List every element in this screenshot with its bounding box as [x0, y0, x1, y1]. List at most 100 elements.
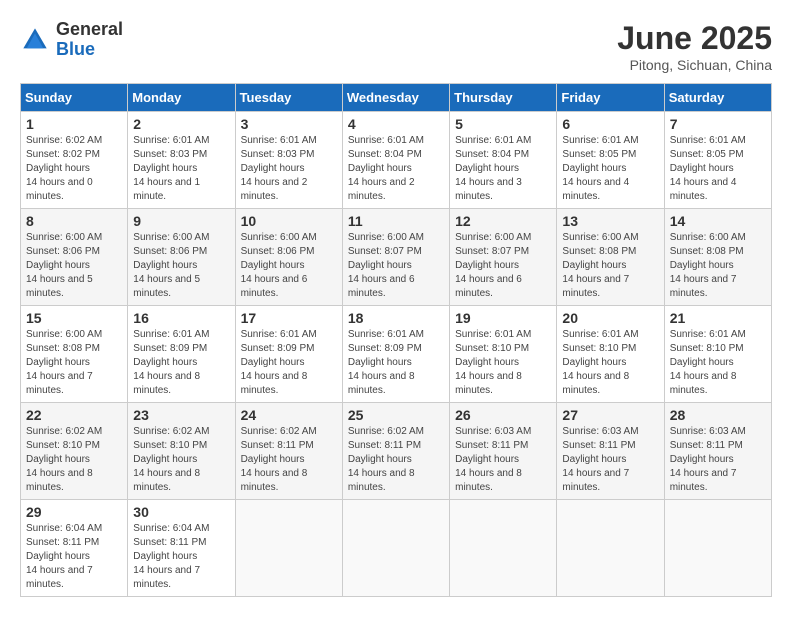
day-number: 11 — [348, 213, 444, 229]
day-number: 18 — [348, 310, 444, 326]
calendar-cell: 8 Sunrise: 6:00 AM Sunset: 8:06 PM Dayli… — [21, 209, 128, 306]
calendar-cell: 21 Sunrise: 6:01 AM Sunset: 8:10 PM Dayl… — [664, 306, 771, 403]
calendar-cell: 16 Sunrise: 6:01 AM Sunset: 8:09 PM Dayl… — [128, 306, 235, 403]
calendar-cell: 3 Sunrise: 6:01 AM Sunset: 8:03 PM Dayli… — [235, 112, 342, 209]
calendar-cell — [557, 500, 664, 597]
day-info: Sunrise: 6:03 AM Sunset: 8:11 PM Dayligh… — [562, 425, 658, 495]
day-number: 15 — [26, 310, 122, 326]
day-info: Sunrise: 6:03 AM Sunset: 8:11 PM Dayligh… — [455, 425, 551, 495]
calendar-week-row-5: 29 Sunrise: 6:04 AM Sunset: 8:11 PM Dayl… — [21, 500, 772, 597]
day-number: 21 — [670, 310, 766, 326]
day-number: 27 — [562, 407, 658, 423]
page-header: General Blue June 2025 Pitong, Sichuan, … — [20, 20, 772, 73]
calendar-week-row-2: 8 Sunrise: 6:00 AM Sunset: 8:06 PM Dayli… — [21, 209, 772, 306]
calendar-cell: 15 Sunrise: 6:00 AM Sunset: 8:08 PM Dayl… — [21, 306, 128, 403]
day-info: Sunrise: 6:01 AM Sunset: 8:09 PM Dayligh… — [348, 328, 444, 398]
day-number: 28 — [670, 407, 766, 423]
calendar-cell: 9 Sunrise: 6:00 AM Sunset: 8:06 PM Dayli… — [128, 209, 235, 306]
day-info: Sunrise: 6:01 AM Sunset: 8:10 PM Dayligh… — [562, 328, 658, 398]
column-header-sunday: Sunday — [21, 84, 128, 112]
day-info: Sunrise: 6:01 AM Sunset: 8:09 PM Dayligh… — [133, 328, 229, 398]
day-info: Sunrise: 6:01 AM Sunset: 8:04 PM Dayligh… — [348, 134, 444, 204]
calendar-week-row-4: 22 Sunrise: 6:02 AM Sunset: 8:10 PM Dayl… — [21, 403, 772, 500]
day-number: 12 — [455, 213, 551, 229]
day-number: 16 — [133, 310, 229, 326]
day-number: 29 — [26, 504, 122, 520]
calendar-cell: 24 Sunrise: 6:02 AM Sunset: 8:11 PM Dayl… — [235, 403, 342, 500]
calendar-table: SundayMondayTuesdayWednesdayThursdayFrid… — [20, 83, 772, 597]
calendar-cell: 12 Sunrise: 6:00 AM Sunset: 8:07 PM Dayl… — [450, 209, 557, 306]
calendar-cell — [450, 500, 557, 597]
calendar-cell: 30 Sunrise: 6:04 AM Sunset: 8:11 PM Dayl… — [128, 500, 235, 597]
calendar-cell: 2 Sunrise: 6:01 AM Sunset: 8:03 PM Dayli… — [128, 112, 235, 209]
day-info: Sunrise: 6:02 AM Sunset: 8:10 PM Dayligh… — [133, 425, 229, 495]
calendar-cell: 10 Sunrise: 6:00 AM Sunset: 8:06 PM Dayl… — [235, 209, 342, 306]
day-number: 14 — [670, 213, 766, 229]
calendar-week-row-3: 15 Sunrise: 6:00 AM Sunset: 8:08 PM Dayl… — [21, 306, 772, 403]
calendar-cell: 23 Sunrise: 6:02 AM Sunset: 8:10 PM Dayl… — [128, 403, 235, 500]
day-number: 30 — [133, 504, 229, 520]
calendar-cell — [664, 500, 771, 597]
day-number: 25 — [348, 407, 444, 423]
calendar-cell: 7 Sunrise: 6:01 AM Sunset: 8:05 PM Dayli… — [664, 112, 771, 209]
calendar-cell: 5 Sunrise: 6:01 AM Sunset: 8:04 PM Dayli… — [450, 112, 557, 209]
day-info: Sunrise: 6:01 AM Sunset: 8:05 PM Dayligh… — [562, 134, 658, 204]
column-header-friday: Friday — [557, 84, 664, 112]
day-info: Sunrise: 6:01 AM Sunset: 8:09 PM Dayligh… — [241, 328, 337, 398]
day-number: 7 — [670, 116, 766, 132]
day-info: Sunrise: 6:01 AM Sunset: 8:04 PM Dayligh… — [455, 134, 551, 204]
day-number: 2 — [133, 116, 229, 132]
calendar-cell: 14 Sunrise: 6:00 AM Sunset: 8:08 PM Dayl… — [664, 209, 771, 306]
day-number: 23 — [133, 407, 229, 423]
day-number: 26 — [455, 407, 551, 423]
calendar-cell — [342, 500, 449, 597]
calendar-cell — [235, 500, 342, 597]
day-number: 20 — [562, 310, 658, 326]
day-info: Sunrise: 6:02 AM Sunset: 8:10 PM Dayligh… — [26, 425, 122, 495]
logo-general: General — [56, 20, 123, 40]
day-number: 13 — [562, 213, 658, 229]
day-info: Sunrise: 6:04 AM Sunset: 8:11 PM Dayligh… — [133, 522, 229, 592]
calendar-cell: 13 Sunrise: 6:00 AM Sunset: 8:08 PM Dayl… — [557, 209, 664, 306]
day-info: Sunrise: 6:02 AM Sunset: 8:02 PM Dayligh… — [26, 134, 122, 204]
day-number: 24 — [241, 407, 337, 423]
day-number: 9 — [133, 213, 229, 229]
day-number: 8 — [26, 213, 122, 229]
day-info: Sunrise: 6:00 AM Sunset: 8:06 PM Dayligh… — [26, 231, 122, 301]
day-info: Sunrise: 6:01 AM Sunset: 8:10 PM Dayligh… — [455, 328, 551, 398]
column-header-saturday: Saturday — [664, 84, 771, 112]
calendar-cell: 27 Sunrise: 6:03 AM Sunset: 8:11 PM Dayl… — [557, 403, 664, 500]
day-info: Sunrise: 6:00 AM Sunset: 8:07 PM Dayligh… — [455, 231, 551, 301]
calendar-cell: 20 Sunrise: 6:01 AM Sunset: 8:10 PM Dayl… — [557, 306, 664, 403]
calendar-week-row-1: 1 Sunrise: 6:02 AM Sunset: 8:02 PM Dayli… — [21, 112, 772, 209]
day-number: 10 — [241, 213, 337, 229]
calendar-cell: 1 Sunrise: 6:02 AM Sunset: 8:02 PM Dayli… — [21, 112, 128, 209]
day-info: Sunrise: 6:00 AM Sunset: 8:08 PM Dayligh… — [670, 231, 766, 301]
title-area: June 2025 Pitong, Sichuan, China — [617, 20, 772, 73]
calendar-cell: 11 Sunrise: 6:00 AM Sunset: 8:07 PM Dayl… — [342, 209, 449, 306]
calendar-cell: 17 Sunrise: 6:01 AM Sunset: 8:09 PM Dayl… — [235, 306, 342, 403]
calendar-header-row: SundayMondayTuesdayWednesdayThursdayFrid… — [21, 84, 772, 112]
logo-blue: Blue — [56, 40, 123, 60]
day-info: Sunrise: 6:01 AM Sunset: 8:03 PM Dayligh… — [241, 134, 337, 204]
calendar-cell: 28 Sunrise: 6:03 AM Sunset: 8:11 PM Dayl… — [664, 403, 771, 500]
day-info: Sunrise: 6:02 AM Sunset: 8:11 PM Dayligh… — [348, 425, 444, 495]
day-number: 6 — [562, 116, 658, 132]
calendar-cell: 25 Sunrise: 6:02 AM Sunset: 8:11 PM Dayl… — [342, 403, 449, 500]
calendar-cell: 29 Sunrise: 6:04 AM Sunset: 8:11 PM Dayl… — [21, 500, 128, 597]
column-header-monday: Monday — [128, 84, 235, 112]
day-number: 17 — [241, 310, 337, 326]
day-info: Sunrise: 6:00 AM Sunset: 8:07 PM Dayligh… — [348, 231, 444, 301]
month-year-title: June 2025 — [617, 20, 772, 57]
calendar-cell: 22 Sunrise: 6:02 AM Sunset: 8:10 PM Dayl… — [21, 403, 128, 500]
day-info: Sunrise: 6:03 AM Sunset: 8:11 PM Dayligh… — [670, 425, 766, 495]
calendar-cell: 26 Sunrise: 6:03 AM Sunset: 8:11 PM Dayl… — [450, 403, 557, 500]
logo-icon — [20, 25, 50, 55]
column-header-tuesday: Tuesday — [235, 84, 342, 112]
column-header-thursday: Thursday — [450, 84, 557, 112]
day-number: 3 — [241, 116, 337, 132]
day-info: Sunrise: 6:02 AM Sunset: 8:11 PM Dayligh… — [241, 425, 337, 495]
day-info: Sunrise: 6:00 AM Sunset: 8:08 PM Dayligh… — [562, 231, 658, 301]
day-number: 22 — [26, 407, 122, 423]
day-number: 4 — [348, 116, 444, 132]
